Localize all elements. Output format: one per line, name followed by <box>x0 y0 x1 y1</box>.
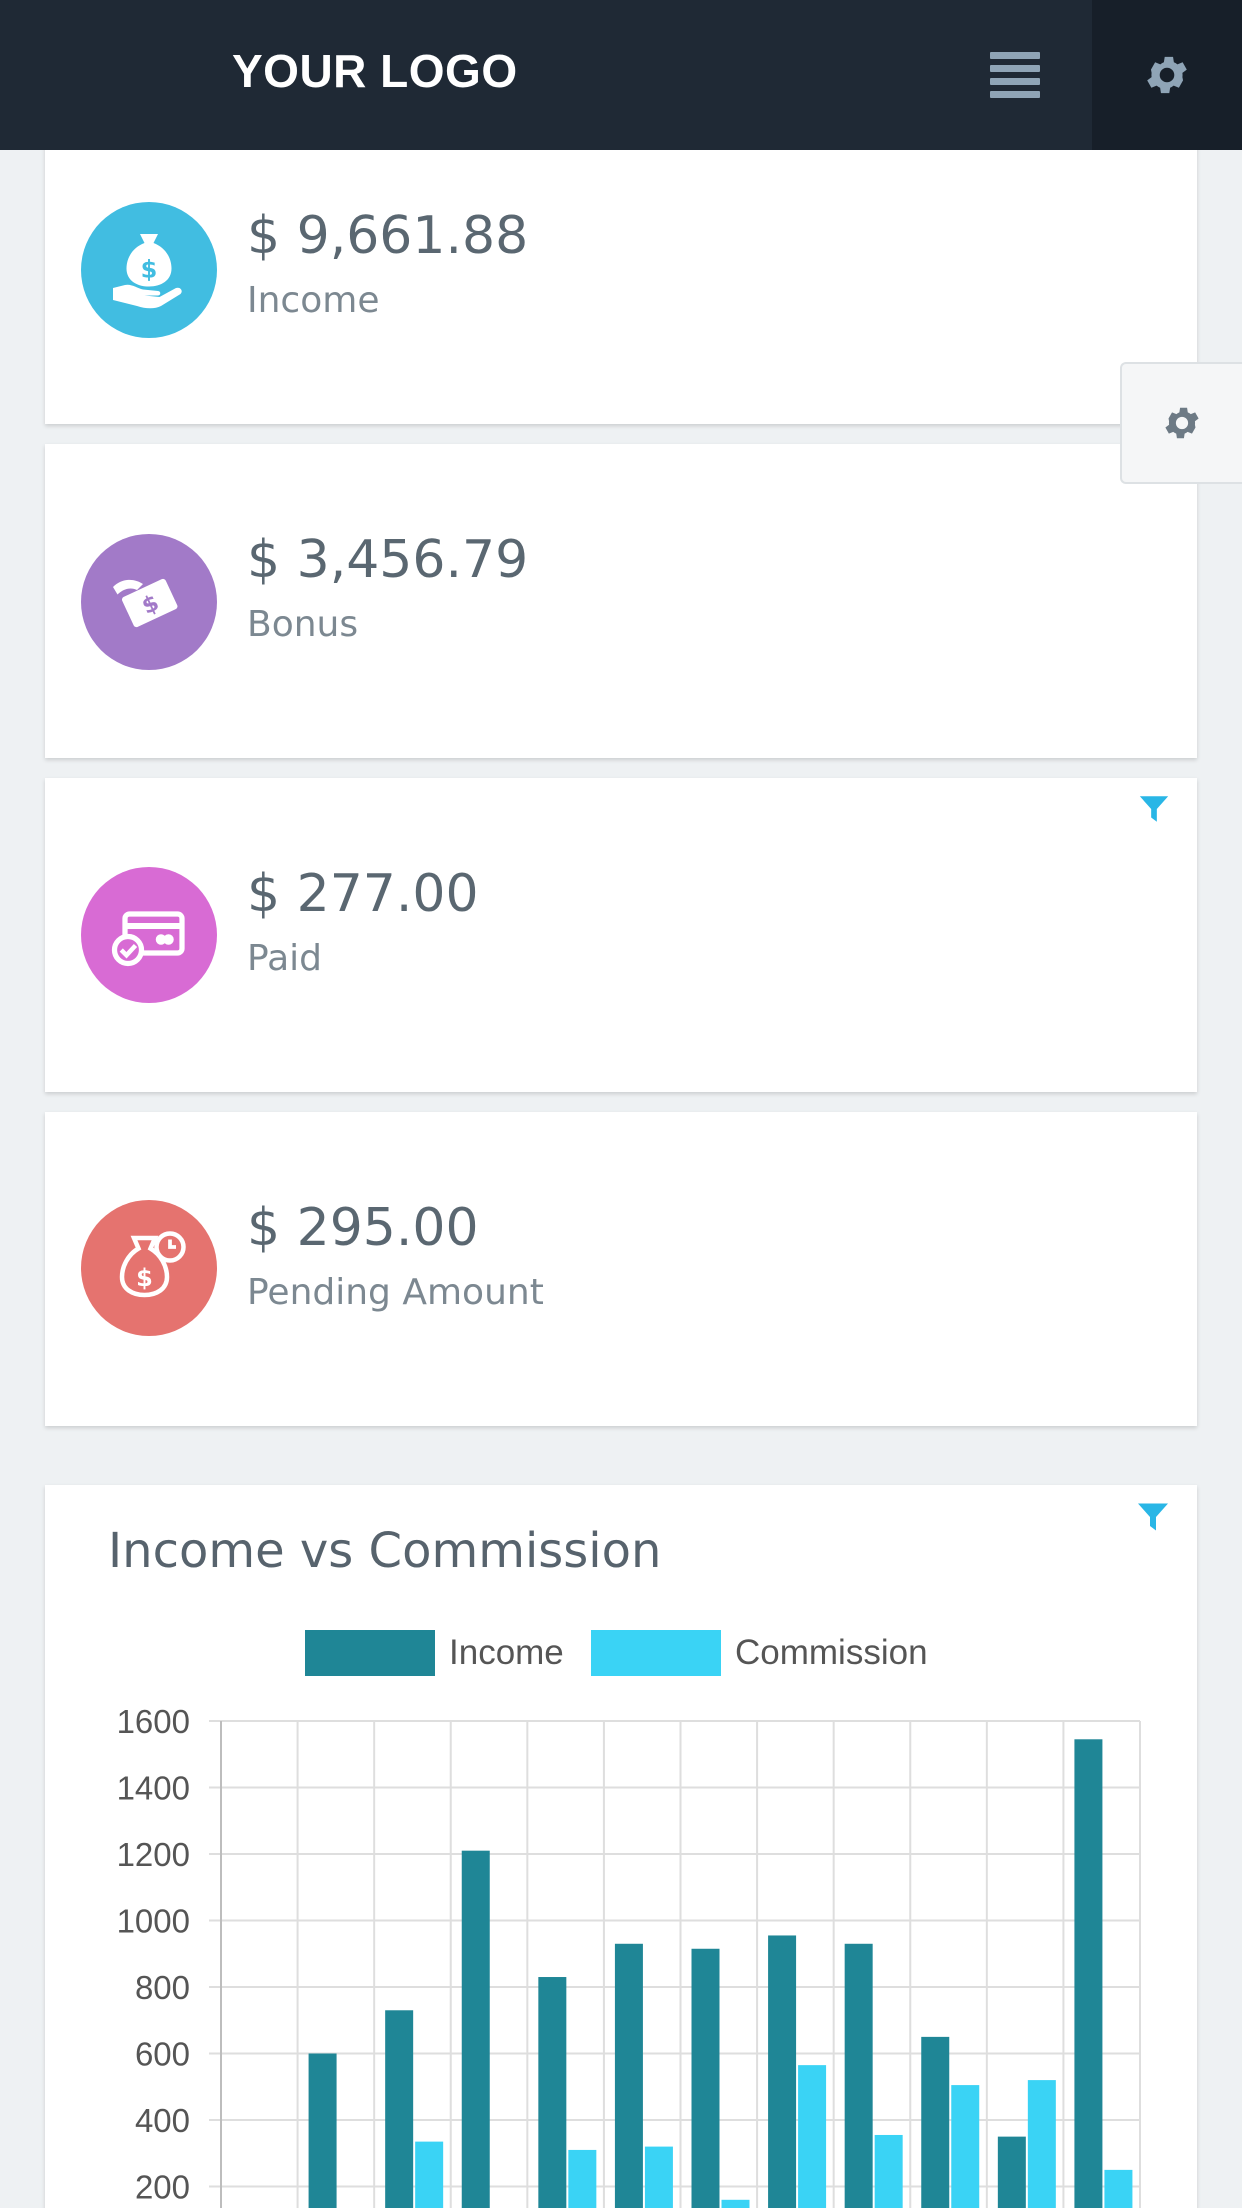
y-tick-label: 400 <box>135 2102 190 2139</box>
paid-label: Paid <box>247 938 323 979</box>
card-check-icon <box>81 867 217 1003</box>
commission-bar <box>644 2146 673 2208</box>
stat-card-pending: $ $ 295.00 Pending Amount <box>45 1112 1197 1426</box>
commission-bar <box>951 2085 980 2208</box>
income-bar <box>997 2136 1026 2208</box>
legend-swatch-commission <box>591 1630 721 1676</box>
income-bar <box>768 1935 797 2208</box>
legend-label-commission: Commission <box>735 1633 928 1672</box>
stat-card-bonus: $ $ 3,456.79 Bonus <box>45 444 1197 758</box>
commission-bar <box>1104 2169 1133 2208</box>
gear-icon <box>1165 407 1199 439</box>
menu-icon-bar <box>990 65 1040 72</box>
chart-card: Income vs Commission 1600 1400 1200 1000 800… <box>45 1485 1197 2208</box>
logo[interactable]: YOUR LOGO <box>232 44 518 98</box>
legend-swatch-income <box>305 1630 435 1676</box>
pending-value: $ 295.00 <box>247 1198 479 1258</box>
gear-icon <box>1147 56 1187 94</box>
money-bag-clock-icon: $ <box>81 1200 217 1336</box>
commission-bar <box>568 2149 597 2208</box>
side-settings-tab[interactable] <box>1120 362 1242 484</box>
filter-icon[interactable] <box>1137 792 1171 826</box>
menu-icon-bar <box>990 52 1040 59</box>
pending-label: Pending Amount <box>247 1272 544 1313</box>
income-bar <box>1074 1739 1103 2208</box>
y-tick-label: 1400 <box>117 1770 190 1807</box>
paid-value: $ 277.00 <box>247 864 479 924</box>
top-header: YOUR LOGO <box>0 0 1242 150</box>
income-bar <box>614 1943 643 2208</box>
income-bar <box>691 1948 720 2208</box>
income-bar <box>921 2036 950 2208</box>
stat-card-paid: $ 277.00 Paid <box>45 778 1197 1092</box>
money-bag-hand-icon: $ <box>81 202 217 338</box>
commission-bar <box>798 2065 827 2208</box>
menu-button[interactable] <box>975 40 1055 110</box>
svg-text:$: $ <box>141 256 158 284</box>
income-bar <box>385 2010 414 2208</box>
commission-bar <box>1027 2080 1056 2208</box>
income-bar <box>538 1977 567 2208</box>
legend-label-income: Income <box>449 1633 564 1672</box>
income-bar <box>844 1943 873 2208</box>
menu-icon-bar <box>990 91 1040 98</box>
income-bar <box>461 1850 490 2208</box>
bar-chart: 1600 1400 1200 1000 800 600 400 200 Income Commis… <box>117 1630 1141 2208</box>
y-tick-label: 800 <box>135 1969 190 2006</box>
bonus-label: Bonus <box>247 604 359 645</box>
commission-bar <box>721 2199 750 2208</box>
y-tick-label: 1600 <box>117 1703 190 1740</box>
svg-text:$: $ <box>136 1264 153 1292</box>
income-value: $ 9,661.88 <box>247 206 529 266</box>
commission-bar <box>415 2141 444 2208</box>
income-bar <box>308 2053 337 2208</box>
menu-icon-bar <box>990 78 1040 85</box>
bonus-value: $ 3,456.79 <box>247 530 529 590</box>
income-label: Income <box>247 280 380 321</box>
stat-card-income: $ $ 9,661.88 Income <box>45 120 1197 424</box>
y-tick-label: 600 <box>135 2036 190 2073</box>
bonus-hand-bill-icon: $ <box>81 534 217 670</box>
y-tick-label: 200 <box>135 2169 190 2206</box>
commission-bar <box>874 2134 903 2208</box>
y-tick-label: 1200 <box>117 1836 190 1873</box>
header-settings-button[interactable] <box>1092 0 1242 150</box>
y-tick-label: 1000 <box>117 1903 190 1940</box>
